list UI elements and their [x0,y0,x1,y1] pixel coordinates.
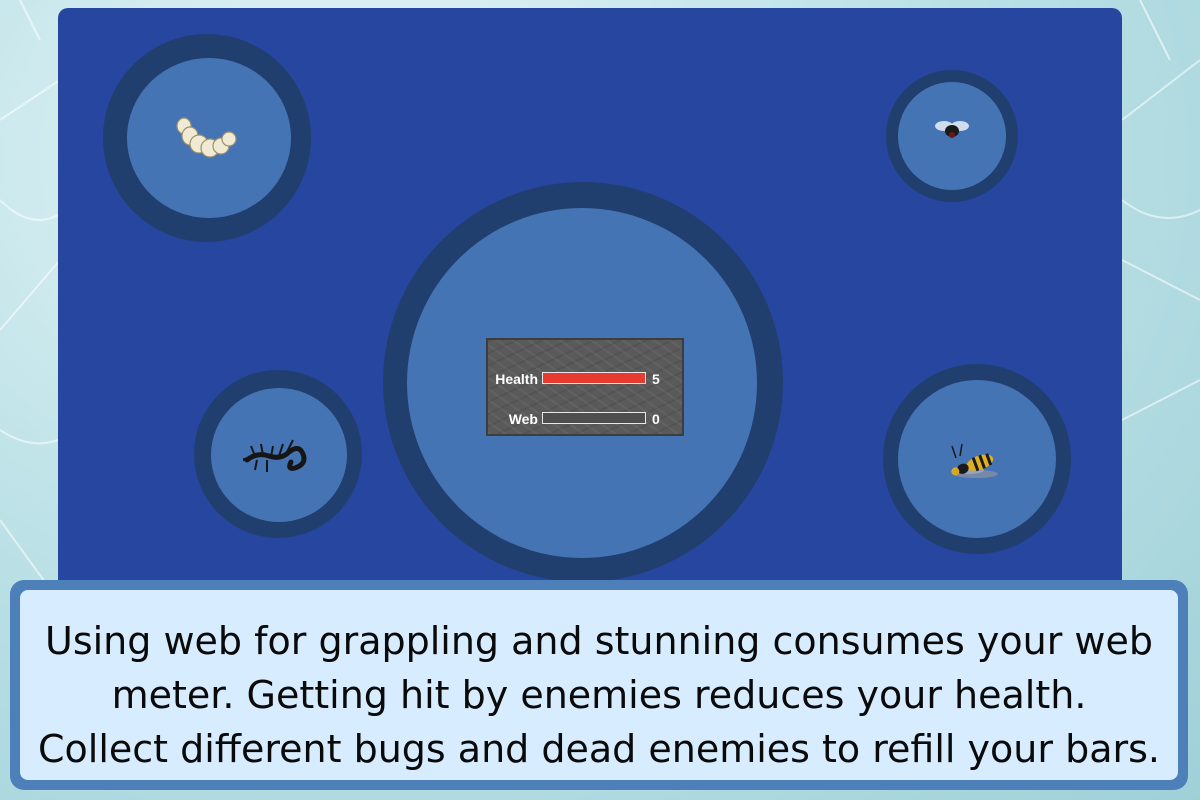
tutorial-box: Using web for grappling and stunning con… [10,580,1188,790]
web-label: Web [508,411,538,427]
health-bar-fill [543,373,645,383]
status-hud: Health 5 Web 0 [486,338,684,436]
web-bar [542,412,646,424]
health-label: Health [495,371,538,387]
wasp-icon [951,443,998,478]
fly-icon [935,121,969,138]
health-value: 5 [652,371,660,387]
tutorial-line: Using web for grappling and stunning con… [45,619,1153,663]
web-value: 0 [652,411,660,427]
centipede-icon [243,439,307,472]
tutorial-line: Collect different bugs and dead enemies … [37,727,1160,771]
grub-icon [176,117,237,158]
tutorial-line: meter. Getting hit by enemies reduces yo… [111,673,1087,717]
health-bar [542,372,646,384]
tutorial-text-panel: Using web for grappling and stunning con… [20,590,1178,780]
